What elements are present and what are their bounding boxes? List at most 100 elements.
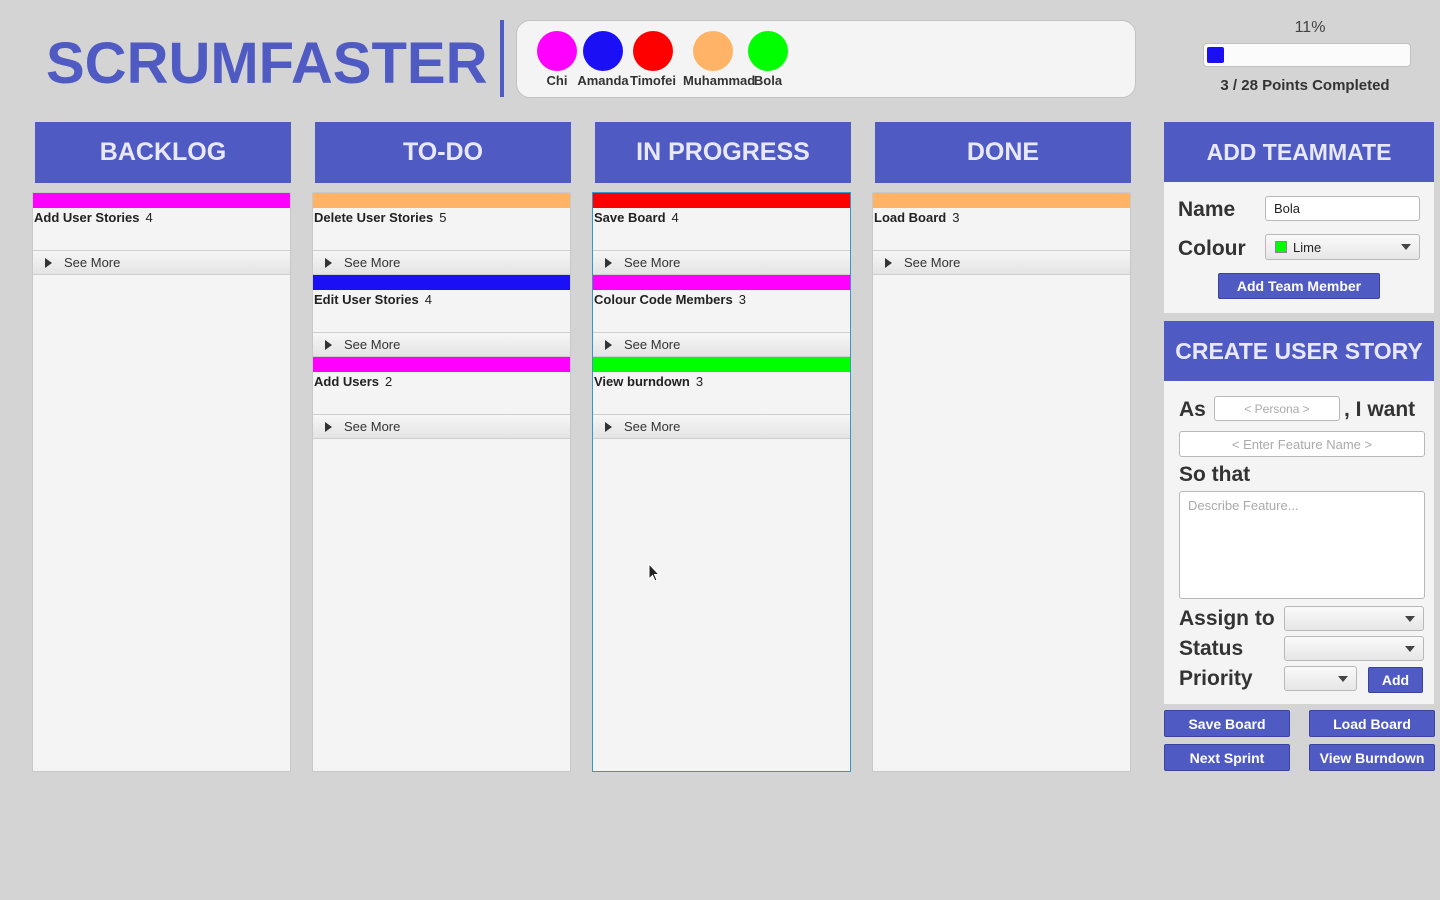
card-title: Delete User Stories <box>314 210 434 225</box>
story-card[interactable]: Edit User Stories 4 See More <box>313 275 570 357</box>
story-card[interactable]: Add Users 2 See More <box>313 357 570 439</box>
story-card[interactable]: Save Board 4 See More <box>593 193 850 275</box>
member-color-dot <box>583 31 623 71</box>
card-title: Add Users <box>314 374 380 389</box>
see-more-toggle[interactable]: See More <box>593 414 850 439</box>
column-done[interactable]: Load Board 3 See More <box>872 192 1131 772</box>
column-header-in-progress: IN PROGRESS <box>595 122 851 183</box>
status-select[interactable] <box>1284 636 1424 661</box>
see-more-toggle[interactable]: See More <box>313 414 570 439</box>
save-board-button[interactable]: Save Board <box>1164 710 1290 737</box>
see-more-label: See More <box>624 337 681 352</box>
progress-bar <box>1203 43 1411 67</box>
story-card[interactable]: Delete User Stories 5 See More <box>313 193 570 275</box>
team-member[interactable]: Bola <box>738 31 798 88</box>
member-color-dot <box>748 31 788 71</box>
see-more-label: See More <box>624 419 681 434</box>
card-color-stripe <box>593 357 850 372</box>
expand-triangle-icon <box>325 339 332 350</box>
story-card[interactable]: Add User Stories 4 See More <box>33 193 290 275</box>
chevron-down-icon <box>1401 244 1411 250</box>
priority-label: Priority <box>1179 667 1253 690</box>
story-card[interactable]: Colour Code Members 3 See More <box>593 275 850 357</box>
column-backlog[interactable]: Add User Stories 4 See More <box>32 192 291 772</box>
member-color-dot <box>693 31 733 71</box>
column-in-progress[interactable]: Save Board 4 See More Colour Code Members… <box>592 192 851 772</box>
assign-to-select[interactable] <box>1284 606 1424 631</box>
card-points: 3 <box>695 374 704 389</box>
next-sprint-button[interactable]: Next Sprint <box>1164 744 1290 771</box>
feature-description-textarea[interactable] <box>1179 491 1425 599</box>
see-more-label: See More <box>344 337 401 352</box>
card-points: 4 <box>145 210 153 225</box>
team-members-panel: Chi Amanda Timofei Muhammad Bola <box>516 20 1136 98</box>
member-color-dot <box>633 31 673 71</box>
expand-triangle-icon <box>45 257 52 268</box>
add-teammate-header: ADD TEAMMATE <box>1164 122 1434 182</box>
card-color-stripe <box>593 193 850 208</box>
colour-select[interactable]: Lime <box>1265 234 1420 260</box>
view-burndown-button[interactable]: View Burndown <box>1309 744 1435 771</box>
card-points: 5 <box>439 210 447 225</box>
card-color-stripe <box>33 193 290 208</box>
card-title: Add User Stories <box>34 210 140 225</box>
status-label: Status <box>1179 637 1244 660</box>
see-more-label: See More <box>344 419 401 434</box>
priority-select[interactable] <box>1284 666 1357 691</box>
persona-input[interactable] <box>1214 396 1340 421</box>
colour-label: Colour <box>1178 237 1246 260</box>
assign-to-label: Assign to <box>1179 607 1275 630</box>
see-more-label: See More <box>904 255 961 270</box>
add-story-button[interactable]: Add <box>1368 667 1423 693</box>
column-todo[interactable]: Delete User Stories 5 See More Edit User … <box>312 192 571 772</box>
team-member[interactable]: Muhammad <box>683 31 756 88</box>
story-card[interactable]: View burndown 3 See More <box>593 357 850 439</box>
see-more-toggle[interactable]: See More <box>593 332 850 357</box>
progress-fill <box>1207 47 1224 63</box>
see-more-toggle[interactable]: See More <box>313 250 570 275</box>
load-board-button[interactable]: Load Board <box>1309 710 1435 737</box>
member-color-dot <box>537 31 577 71</box>
story-card[interactable]: Load Board 3 See More <box>873 193 1130 275</box>
feature-name-input[interactable] <box>1179 431 1425 457</box>
card-points: 3 <box>952 210 960 225</box>
chevron-down-icon <box>1405 615 1415 622</box>
member-name: Muhammad <box>683 73 756 88</box>
column-header-todo: TO-DO <box>315 122 571 183</box>
expand-triangle-icon <box>605 257 612 268</box>
card-color-stripe <box>593 275 850 290</box>
see-more-label: See More <box>624 255 681 270</box>
card-points: 4 <box>424 292 432 307</box>
card-points: 3 <box>738 292 746 307</box>
app-logo: SCRUMFASTER <box>46 31 488 96</box>
expand-triangle-icon <box>605 421 612 432</box>
card-title: Load Board <box>874 210 947 225</box>
add-team-member-button[interactable]: Add Team Member <box>1218 273 1380 299</box>
expand-triangle-icon <box>325 257 332 268</box>
so-that-label: So that <box>1179 463 1251 486</box>
see-more-toggle[interactable]: See More <box>313 332 570 357</box>
see-more-toggle[interactable]: See More <box>873 250 1130 275</box>
team-member[interactable]: Timofei <box>623 31 683 88</box>
create-user-story-panel: As , I want So that Assign to Status Pri… <box>1164 381 1434 704</box>
colour-swatch <box>1275 241 1287 253</box>
card-title: Colour Code Members <box>594 292 733 307</box>
chevron-down-icon <box>1405 645 1415 652</box>
see-more-toggle[interactable]: See More <box>33 250 290 275</box>
name-label: Name <box>1178 198 1236 221</box>
see-more-label: See More <box>64 255 121 270</box>
card-color-stripe <box>313 275 570 290</box>
mouse-cursor-icon <box>648 563 661 582</box>
teammate-name-input[interactable] <box>1265 196 1420 221</box>
member-name: Bola <box>753 73 783 88</box>
i-want-label: , I want <box>1344 398 1416 421</box>
as-label: As <box>1179 398 1206 421</box>
create-user-story-header: CREATE USER STORY <box>1164 321 1434 381</box>
card-title: View burndown <box>594 374 690 389</box>
add-teammate-panel: Name Colour Lime Add Team Member <box>1164 182 1434 313</box>
card-points: 4 <box>671 210 679 225</box>
chevron-down-icon <box>1338 675 1348 682</box>
see-more-toggle[interactable]: See More <box>593 250 850 275</box>
card-title: Save Board <box>594 210 666 225</box>
expand-triangle-icon <box>605 339 612 350</box>
